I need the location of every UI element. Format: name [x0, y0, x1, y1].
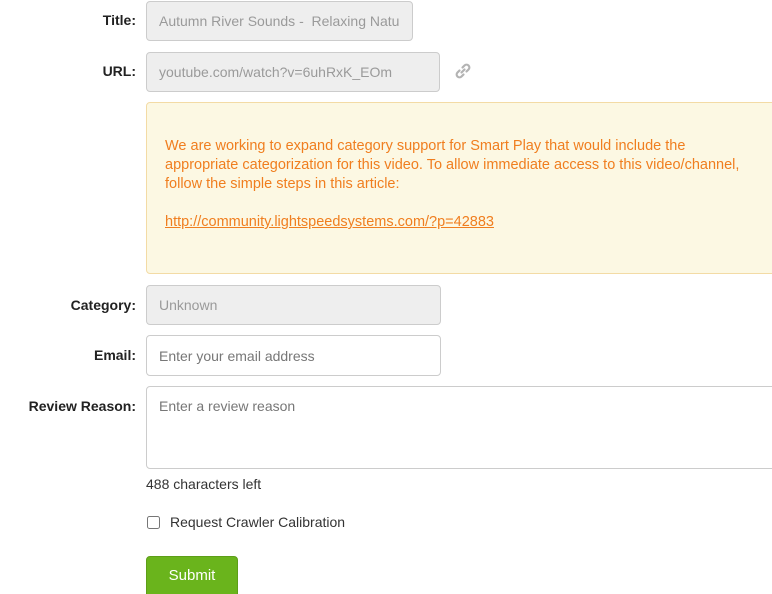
url-field[interactable] [146, 52, 440, 92]
title-field[interactable] [146, 1, 413, 41]
review-form: Title: URL: We are working to expand cat… [0, 0, 772, 594]
crawler-calibration-checkbox[interactable] [147, 515, 160, 529]
category-field[interactable] [146, 285, 441, 325]
crawler-calibration-option[interactable]: Request Crawler Calibration [146, 514, 345, 530]
review-reason-label: Review Reason: [28, 398, 136, 414]
review-reason-field[interactable] [146, 386, 772, 469]
link-icon[interactable] [454, 62, 472, 80]
characters-left-counter: 488 characters left [146, 476, 262, 492]
title-label: Title: [102, 12, 136, 28]
email-field[interactable] [146, 335, 441, 376]
category-notice: We are working to expand category suppor… [146, 102, 772, 274]
category-label: Category: [70, 297, 136, 313]
notice-article-link[interactable]: http://community.lightspeedsystems.com/?… [165, 214, 494, 230]
notice-text: We are working to expand category suppor… [165, 138, 740, 192]
crawler-calibration-label: Request Crawler Calibration [170, 514, 346, 530]
email-label: Email: [93, 347, 136, 363]
url-label: URL: [102, 63, 136, 79]
submit-button[interactable]: Submit [146, 556, 238, 594]
